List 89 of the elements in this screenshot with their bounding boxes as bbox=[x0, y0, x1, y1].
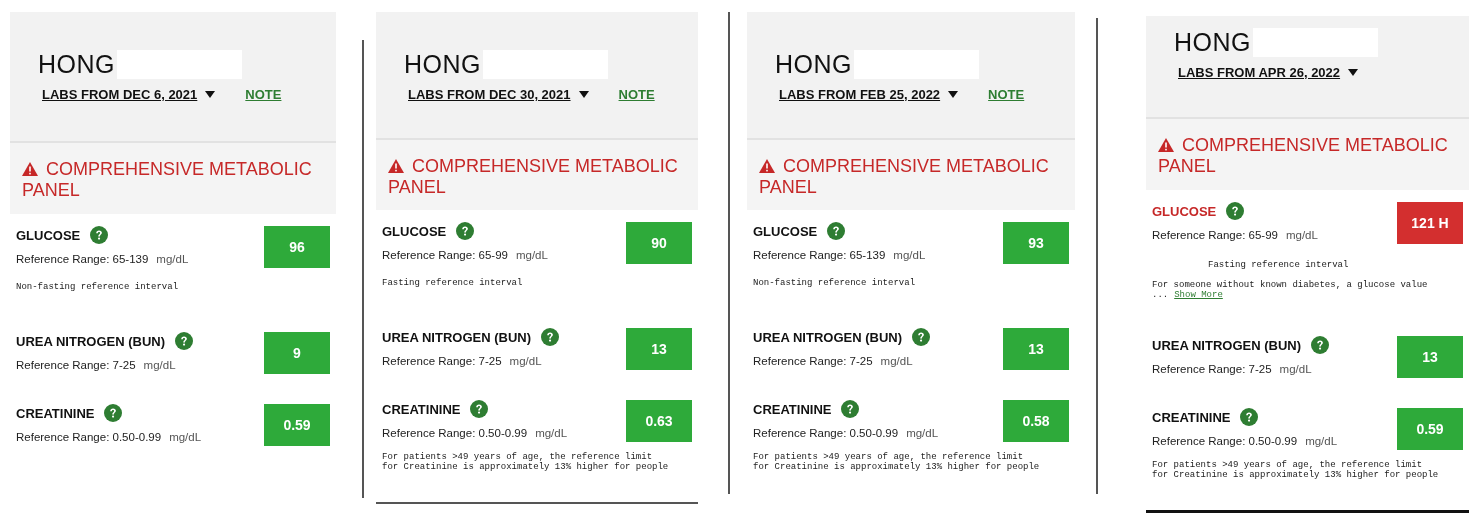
help-icon[interactable] bbox=[841, 400, 860, 418]
patient-name: HONG bbox=[38, 50, 115, 79]
test-name: CREATININE bbox=[1152, 409, 1231, 425]
help-icon[interactable] bbox=[90, 226, 109, 244]
reference-range: Reference Range: 65-99 bbox=[382, 249, 508, 261]
unit-label: mg/dL bbox=[880, 355, 913, 367]
result-value: 96 bbox=[264, 226, 330, 268]
result-value: 90 bbox=[626, 222, 692, 264]
result-value: 93 bbox=[1003, 222, 1069, 264]
test-name: UREA NITROGEN (BUN) bbox=[753, 329, 902, 345]
section-title: COMPREHENSIVE METABOLIC PANEL bbox=[22, 158, 313, 201]
help-icon[interactable] bbox=[827, 222, 846, 240]
reference-range: Reference Range: 7-25 bbox=[16, 359, 136, 371]
test-name: CREATININE bbox=[16, 405, 95, 421]
note-link[interactable]: NOTE bbox=[988, 87, 1025, 102]
result-value: 0.58 bbox=[1003, 400, 1069, 442]
result-comment: For someone without known diabetes, a glucose value bbox=[1152, 280, 1428, 290]
reference-range: Reference Range: 65-139 bbox=[753, 249, 886, 261]
caret-icon bbox=[205, 91, 216, 98]
labs-date-dropdown[interactable]: LABS FROM DEC 6, 2021 bbox=[42, 87, 216, 102]
note-link[interactable]: NOTE bbox=[618, 87, 655, 102]
help-icon[interactable] bbox=[470, 400, 489, 418]
help-icon[interactable] bbox=[1226, 202, 1245, 220]
unit-label: mg/dL bbox=[535, 427, 568, 439]
help-icon[interactable] bbox=[456, 222, 475, 240]
result-comment: For patients >49 years of age, the reference limit for Creatinine is approximately 13% higher for people bbox=[382, 452, 669, 472]
section-title: COMPREHENSIVE METABOLIC PANEL bbox=[388, 156, 679, 199]
reference-range: Reference Range: 0.50-0.99 bbox=[16, 431, 162, 443]
result-value: 13 bbox=[1003, 328, 1069, 370]
test-name: GLUCOSE bbox=[16, 227, 81, 243]
interval-note: Non-fasting reference interval bbox=[16, 282, 180, 294]
labs-date-dropdown[interactable]: LABS FROM FEB 25, 2022 bbox=[779, 87, 959, 102]
ellipsis-text: ... bbox=[1152, 290, 1169, 300]
reference-range: Reference Range: 0.50-0.99 bbox=[1152, 435, 1298, 447]
unit-label: mg/dL bbox=[1305, 435, 1338, 447]
result-value: 0.59 bbox=[1397, 408, 1463, 450]
section-title: COMPREHENSIVE METABOLIC PANEL bbox=[759, 156, 1050, 199]
interval-note: Fasting reference interval bbox=[1207, 260, 1350, 270]
labs-date-dropdown[interactable]: LABS FROM APR 26, 2022 bbox=[1178, 65, 1359, 80]
help-icon[interactable] bbox=[104, 404, 123, 422]
reference-range: Reference Range: 65-139 bbox=[16, 253, 149, 265]
result-comment: For patients >49 years of age, the reference limit for Creatinine is approximately 13% higher for people bbox=[753, 452, 1040, 472]
test-name: UREA NITROGEN (BUN) bbox=[16, 333, 165, 349]
caret-icon bbox=[948, 91, 959, 98]
reference-range: Reference Range: 0.50-0.99 bbox=[382, 427, 528, 439]
patient-name: HONG bbox=[1174, 28, 1251, 57]
help-icon[interactable] bbox=[1311, 336, 1329, 354]
unit-label: mg/dL bbox=[156, 253, 189, 265]
result-value: 121 H bbox=[1397, 202, 1463, 244]
interval-note: Non-fasting reference interval bbox=[753, 278, 917, 290]
result-comment: For patients >49 years of age, the reference limit for Creatinine is approximately 13% higher for people bbox=[1152, 460, 1439, 480]
unit-label: mg/dL bbox=[515, 249, 548, 261]
caret-icon bbox=[578, 91, 589, 98]
reference-range: Reference Range: 65-99 bbox=[1152, 229, 1278, 241]
help-icon[interactable] bbox=[912, 328, 930, 346]
patient-name: HONG bbox=[404, 50, 481, 79]
test-name: GLUCOSE bbox=[753, 223, 818, 239]
reference-range: Reference Range: 7-25 bbox=[753, 355, 873, 367]
patient-name: HONG bbox=[775, 50, 852, 79]
help-icon[interactable] bbox=[175, 332, 193, 350]
section-title: COMPREHENSIVE METABOLIC PANEL bbox=[1158, 135, 1449, 178]
unit-label: mg/dL bbox=[893, 249, 926, 261]
unit-label: mg/dL bbox=[1285, 229, 1318, 241]
test-name: GLUCOSE bbox=[1152, 203, 1217, 219]
show-more-link[interactable]: Show More bbox=[1174, 290, 1223, 300]
interval-note: Fasting reference interval bbox=[382, 278, 524, 290]
help-icon[interactable] bbox=[1240, 408, 1259, 426]
test-name: UREA NITROGEN (BUN) bbox=[1152, 337, 1301, 353]
result-value: 13 bbox=[1397, 336, 1463, 378]
test-name: CREATININE bbox=[753, 401, 832, 417]
unit-label: mg/dL bbox=[509, 355, 542, 367]
unit-label: mg/dL bbox=[1279, 363, 1312, 375]
result-value: 0.59 bbox=[264, 404, 330, 446]
result-value: 9 bbox=[264, 332, 330, 374]
test-name: CREATININE bbox=[382, 401, 461, 417]
reference-range: Reference Range: 7-25 bbox=[1152, 363, 1272, 375]
test-name: GLUCOSE bbox=[382, 223, 447, 239]
test-name: UREA NITROGEN (BUN) bbox=[382, 329, 531, 345]
reference-range: Reference Range: 7-25 bbox=[382, 355, 502, 367]
unit-label: mg/dL bbox=[143, 359, 176, 371]
reference-range: Reference Range: 0.50-0.99 bbox=[753, 427, 899, 439]
note-link[interactable]: NOTE bbox=[245, 87, 282, 102]
unit-label: mg/dL bbox=[906, 427, 939, 439]
labs-date-dropdown[interactable]: LABS FROM DEC 30, 2021 bbox=[408, 87, 589, 102]
unit-label: mg/dL bbox=[169, 431, 202, 443]
result-value: 0.63 bbox=[626, 400, 692, 442]
help-icon[interactable] bbox=[541, 328, 559, 346]
caret-icon bbox=[1348, 69, 1359, 76]
result-value: 13 bbox=[626, 328, 692, 370]
